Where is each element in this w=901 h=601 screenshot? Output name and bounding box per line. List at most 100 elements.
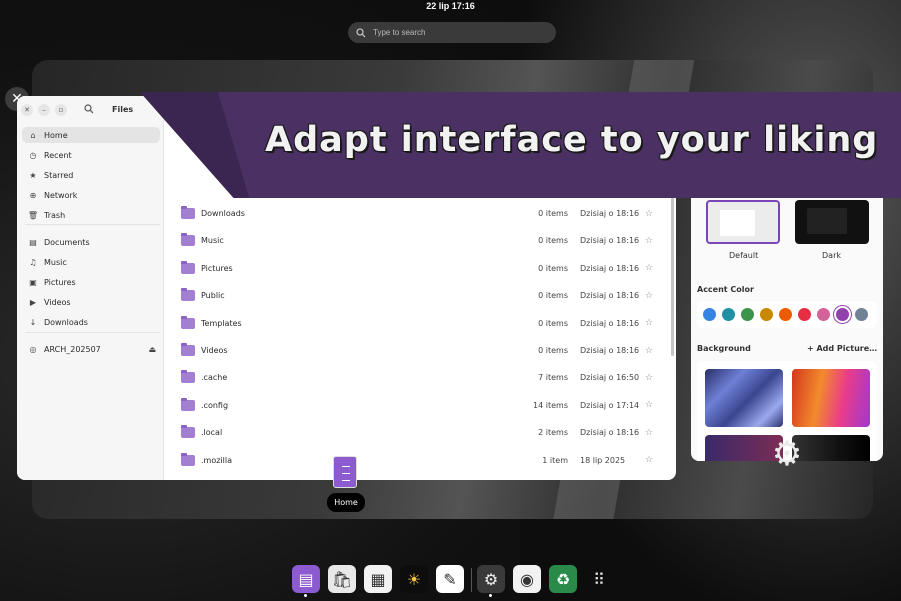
file-row[interactable]: Pictures 0 items Dzisiaj o 18:16 ☆ [165,255,670,282]
video-icon: ▶ [29,297,37,307]
star-icon[interactable]: ☆ [645,291,653,301]
star-icon[interactable]: ☆ [645,236,653,246]
close-icon[interactable]: ✕ [21,104,33,116]
theme-dark-card[interactable] [795,200,869,244]
file-row[interactable]: Music 0 items Dzisiaj o 18:16 ☆ [165,227,670,254]
disc-icon: ◎ [29,344,37,354]
file-row[interactable]: .local 2 items Dzisiaj o 18:16 ☆ [165,419,670,446]
gear-icon: ⚙ [771,434,803,474]
star-icon[interactable]: ☆ [645,455,653,465]
settings-window[interactable]: Default Dark Accent Color Background + A… [691,170,883,461]
accent-color-swatch[interactable] [722,308,735,321]
files-title: Files [112,105,134,114]
wallpaper-thumbnail[interactable] [705,369,783,427]
sidebar-separator [25,224,160,225]
file-row[interactable]: Public 0 items Dzisiaj o 18:16 ☆ [165,282,670,309]
file-row[interactable]: .config 14 items Dzisiaj o 17:14 ☆ [165,392,670,419]
folder-icon [181,397,195,411]
maximize-icon[interactable]: ▫ [55,104,67,116]
file-size: 2 items [538,428,568,438]
file-row[interactable]: Downloads 0 items Dzisiaj o 18:16 ☆ [165,200,670,227]
text-editor-icon[interactable]: ✎ [436,565,464,593]
folder-icon [181,370,195,384]
files-icon[interactable]: ▤ [292,565,320,593]
sidebar-item-downloads[interactable]: ↓ Downloads [27,314,162,330]
accent-color-swatch[interactable] [834,306,851,323]
search-input[interactable] [373,28,533,37]
search-icon[interactable] [84,104,94,114]
file-name: Downloads [201,209,245,218]
file-modified: Dzisiaj o 18:16 [580,236,640,246]
file-modified: Dzisiaj o 18:16 [580,209,640,218]
sidebar-item-music[interactable]: ♫ Music [27,254,162,270]
sidebar-item-label: Documents [44,237,90,247]
document-icon: ▤ [29,237,37,247]
file-size: 14 items [533,400,568,410]
window-controls: ✕ – ▫ [21,104,67,116]
dock: ▤ 🛍 ▦ ☀ ✎ ⚙ ◉ ♻ ⠿ [288,560,618,600]
star-icon[interactable]: ☆ [645,373,653,383]
file-name: .mozilla [201,455,232,465]
file-name: Pictures [201,263,233,273]
sidebar-item-documents[interactable]: ▤ Documents [27,234,162,250]
weather-icon[interactable]: ☀ [400,565,428,593]
eject-icon[interactable]: ⏏ [148,345,156,354]
file-row[interactable]: .cache 7 items Dzisiaj o 16:50 ☆ [165,364,670,391]
picture-icon: ▣ [29,277,37,287]
file-modified: Dzisiaj o 16:50 [580,373,640,383]
star-icon[interactable]: ☆ [645,209,653,219]
accent-color-swatch[interactable] [855,308,868,321]
accent-color-swatch[interactable] [817,308,830,321]
files-app-icon[interactable] [333,456,357,488]
file-row[interactable]: Videos 0 items Dzisiaj o 18:16 ☆ [165,337,670,364]
folder-icon [181,343,195,356]
star-icon[interactable]: ☆ [645,428,653,438]
banner-text: Adapt interface to your liking [265,120,879,160]
sidebar-item-trash[interactable]: 🗑 Trash [27,207,162,223]
overview-search[interactable] [348,22,556,43]
app-grid-icon[interactable]: ⠿ [585,565,613,593]
accent-color-swatch[interactable] [779,308,792,321]
folder-icon [181,315,195,329]
wallpaper-thumbnail[interactable] [792,369,870,427]
file-modified: Dzisiaj o 18:16 [580,346,640,355]
accent-color-swatch[interactable] [760,308,773,321]
theme-default-card[interactable] [706,200,780,244]
sidebar-item-label: Network [44,190,78,200]
background-heading: Background [697,344,751,353]
music-icon: ♫ [29,257,37,267]
add-picture-button[interactable]: + Add Picture… [807,344,877,353]
settings-icon[interactable]: ⚙ [477,565,505,593]
calendar-icon[interactable]: ▦ [364,565,392,593]
file-name: .cache [201,373,228,383]
file-name: Videos [201,346,228,355]
sidebar-item-videos[interactable]: ▶ Videos [27,294,162,310]
sidebar-item-arch_202507[interactable]: ◎ ARCH_202507 ⏏ [27,341,162,357]
download-icon: ↓ [29,317,37,327]
file-name: Public [201,291,225,301]
file-row[interactable]: Templates 0 items Dzisiaj o 18:16 ☆ [165,310,670,337]
sidebar-item-label: Recent [44,150,72,160]
minimize-icon[interactable]: – [38,104,50,116]
clock-icon: ◷ [29,150,37,160]
star-icon[interactable]: ☆ [645,318,653,328]
scrollbar[interactable] [671,196,674,356]
file-name: Templates [201,318,242,328]
star-icon: ★ [29,170,37,180]
file-modified: 18 lip 2025 [580,455,626,465]
star-icon[interactable]: ☆ [645,346,653,356]
star-icon[interactable]: ☆ [645,400,653,410]
accent-color-swatch[interactable] [741,308,754,321]
search-icon [356,27,366,37]
clock[interactable]: 22 lip 17:16 [0,0,901,12]
sidebar-item-pictures[interactable]: ▣ Pictures [27,274,162,290]
software-icon[interactable]: 🛍 [328,565,356,593]
accent-color-swatch[interactable] [703,308,716,321]
star-icon[interactable]: ☆ [645,263,653,273]
accent-color-swatch[interactable] [798,308,811,321]
disk-icon[interactable]: ◉ [513,565,541,593]
folder-icon [181,288,195,302]
file-row[interactable]: .mozilla 1 item 18 lip 2025 ☆ [165,447,670,474]
sidebar-item-label: Pictures [44,277,76,287]
archive-icon[interactable]: ♻ [549,565,577,593]
